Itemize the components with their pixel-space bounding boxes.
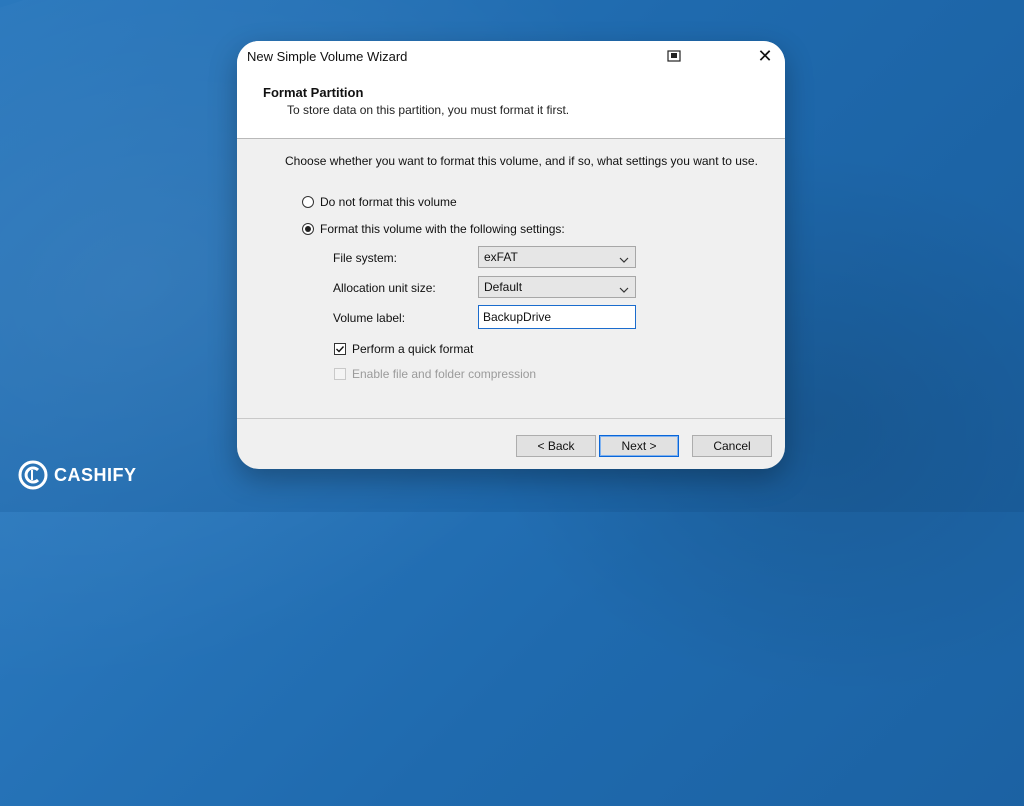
brand-text: CASHIFY — [54, 464, 137, 485]
radio-label-do-not-format: Do not format this volume — [320, 195, 457, 209]
back-button[interactable]: < Back — [516, 435, 596, 457]
checkbox-compression-row: Enable file and folder compression — [334, 367, 536, 381]
allocation-unit-size-value: Default — [484, 280, 523, 294]
chevron-down-icon — [619, 253, 629, 263]
file-system-select[interactable]: exFAT — [478, 246, 636, 268]
title-bar: New Simple Volume Wizard ✕ — [237, 41, 785, 73]
file-system-label: File system: — [333, 251, 398, 265]
checkmark-icon — [336, 346, 345, 353]
volume-label-input[interactable]: BackupDrive — [478, 305, 636, 329]
wizard-header: Format Partition To store data on this p… — [237, 73, 785, 139]
footer-divider — [237, 418, 785, 419]
page-subtitle: To store data on this partition, you mus… — [287, 103, 570, 117]
checkbox-label-compression: Enable file and folder compression — [352, 367, 537, 381]
cashify-watermark: CASHIFY — [18, 460, 137, 490]
checkbox-quick-format[interactable] — [334, 343, 346, 355]
allocation-unit-size-select[interactable]: Default — [478, 276, 636, 298]
radio-button-unchecked[interactable] — [302, 196, 314, 208]
chevron-down-icon — [619, 283, 629, 293]
file-system-value: exFAT — [484, 250, 518, 264]
checkbox-label-quick-format: Perform a quick format — [352, 342, 474, 356]
checkbox-compression — [334, 368, 346, 380]
radio-button-checked[interactable] — [302, 223, 314, 235]
cashify-logo-icon — [18, 460, 48, 490]
window-title: New Simple Volume Wizard — [247, 49, 408, 64]
checkbox-quick-format-row[interactable]: Perform a quick format — [334, 342, 473, 356]
allocation-unit-size-label: Allocation unit size: — [333, 281, 436, 295]
page-title: Format Partition — [263, 85, 364, 100]
close-icon: ✕ — [757, 46, 773, 66]
cancel-button[interactable]: Cancel — [692, 435, 772, 457]
volume-label-value: BackupDrive — [483, 310, 552, 324]
instruction-text: Choose whether you want to format this v… — [285, 154, 758, 168]
radio-label-format-with-settings: Format this volume with the following se… — [320, 222, 565, 236]
volume-label-label: Volume label: — [333, 311, 406, 325]
window-snap-icon[interactable] — [667, 49, 681, 62]
next-button[interactable]: Next > — [599, 435, 679, 457]
close-button[interactable]: ✕ — [755, 46, 775, 66]
radio-do-not-format[interactable]: Do not format this volume — [302, 195, 457, 209]
radio-format-with-settings[interactable]: Format this volume with the following se… — [302, 222, 565, 236]
new-simple-volume-wizard-dialog: New Simple Volume Wizard ✕ Format Partit… — [237, 41, 785, 469]
